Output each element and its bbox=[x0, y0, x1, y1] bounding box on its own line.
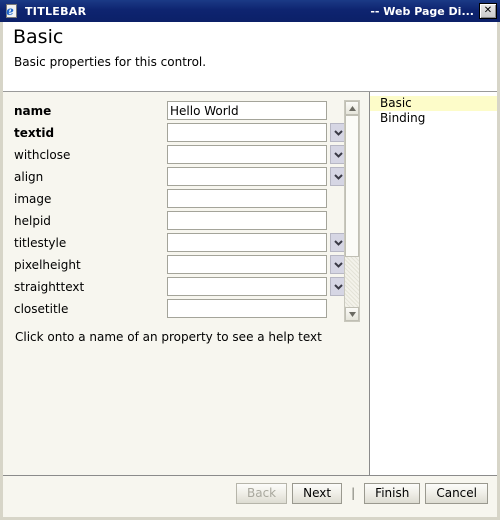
close-icon[interactable]: ✕ bbox=[479, 3, 497, 19]
wizard-button-bar: Back Next | Finish Cancel bbox=[231, 483, 488, 504]
scroll-up-button[interactable] bbox=[345, 101, 359, 115]
property-row: pixelheight bbox=[14, 255, 346, 277]
web-page-dialog-window: e TITLEBAR -- Web Page Di... ✕ Basic Bas… bbox=[0, 0, 500, 520]
property-label-withclose[interactable]: withclose bbox=[14, 148, 70, 162]
title-bar: e TITLEBAR -- Web Page Di... ✕ bbox=[0, 0, 500, 22]
web-page-icon: e bbox=[4, 3, 20, 19]
property-label-name[interactable]: name bbox=[14, 104, 51, 118]
back-button: Back bbox=[235, 483, 288, 504]
help-hint-text: Click onto a name of an property to see … bbox=[15, 330, 322, 344]
page-title: Basic bbox=[13, 26, 64, 48]
property-row: align bbox=[14, 167, 346, 189]
cancel-button[interactable]: Cancel bbox=[425, 483, 488, 504]
property-input-helpid[interactable] bbox=[167, 211, 327, 230]
properties-scrollbar[interactable] bbox=[344, 100, 360, 322]
property-label-pixelheight[interactable]: pixelheight bbox=[14, 258, 81, 272]
footer-bar: Back Next | Finish Cancel bbox=[3, 475, 497, 514]
property-row: withclose bbox=[14, 145, 346, 167]
property-input-straighttext[interactable] bbox=[167, 277, 327, 296]
property-grid: name textid withclose align image helpid title… bbox=[14, 101, 346, 321]
scrollbar-thumb[interactable] bbox=[345, 115, 359, 257]
triangle-down-icon bbox=[348, 311, 356, 317]
property-label-align[interactable]: align bbox=[14, 170, 43, 184]
property-input-align[interactable] bbox=[167, 167, 327, 186]
page-subtitle: Basic properties for this control. bbox=[14, 55, 207, 69]
page-header: Basic Basic properties for this control. bbox=[3, 22, 497, 92]
property-label-straighttext[interactable]: straighttext bbox=[14, 280, 84, 294]
property-input-withclose[interactable] bbox=[167, 145, 327, 164]
property-label-titlestyle[interactable]: titlestyle bbox=[14, 236, 66, 250]
finish-button[interactable]: Finish bbox=[364, 483, 421, 504]
button-separator: | bbox=[351, 486, 356, 500]
scroll-down-button[interactable] bbox=[345, 307, 359, 321]
property-input-image[interactable] bbox=[167, 189, 327, 208]
window-frame: Basic Basic properties for this control.… bbox=[0, 22, 500, 520]
property-input-name[interactable] bbox=[167, 101, 327, 120]
property-label-helpid[interactable]: helpid bbox=[14, 214, 51, 228]
category-list: Basic Binding bbox=[370, 96, 497, 126]
property-input-pixelheight[interactable] bbox=[167, 255, 327, 274]
property-row: titlestyle bbox=[14, 233, 346, 255]
property-input-textid[interactable] bbox=[167, 123, 327, 142]
window-title: TITLEBAR bbox=[25, 4, 87, 18]
property-row: name bbox=[14, 101, 344, 123]
property-input-closetitle[interactable] bbox=[167, 299, 327, 318]
property-row: helpid bbox=[14, 211, 344, 233]
next-button[interactable]: Next bbox=[292, 483, 343, 504]
scrollbar-track[interactable] bbox=[345, 115, 359, 307]
property-row: image bbox=[14, 189, 344, 211]
property-row: closetitle bbox=[14, 299, 344, 321]
category-pane: Basic Binding bbox=[370, 92, 497, 475]
properties-pane: name textid withclose align image helpid title… bbox=[3, 92, 369, 475]
category-item-basic[interactable]: Basic bbox=[370, 96, 497, 111]
main-content: name textid withclose align image helpid title… bbox=[3, 92, 497, 475]
property-label-textid[interactable]: textid bbox=[14, 126, 54, 140]
property-label-closetitle[interactable]: closetitle bbox=[14, 302, 68, 316]
property-input-titlestyle[interactable] bbox=[167, 233, 327, 252]
property-label-image[interactable]: image bbox=[14, 192, 51, 206]
property-row: straighttext bbox=[14, 277, 346, 299]
property-row: textid bbox=[14, 123, 346, 145]
triangle-up-icon bbox=[348, 105, 356, 111]
category-item-binding[interactable]: Binding bbox=[370, 111, 497, 126]
window-subtitle: -- Web Page Di... bbox=[370, 4, 474, 18]
